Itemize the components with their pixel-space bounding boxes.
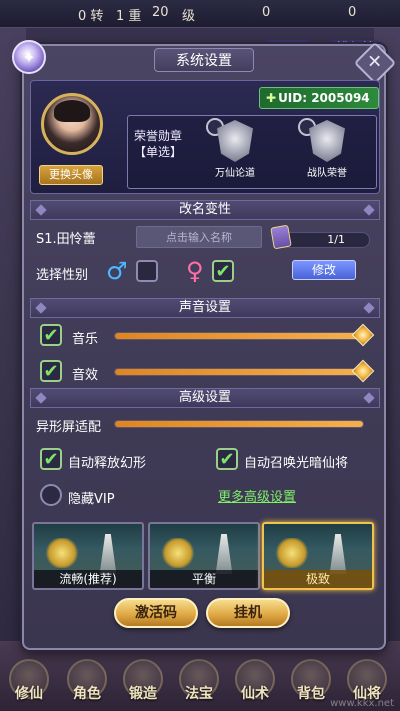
- quality-label: 流畅(推荐): [34, 570, 142, 588]
- more-advanced-settings-link[interactable]: 更多高级设置: [218, 486, 296, 505]
- auto-illusion-checkbox[interactable]: ✔: [40, 448, 62, 470]
- male-icon: ♂: [106, 257, 128, 285]
- avatar[interactable]: [41, 93, 103, 155]
- auto-summon-label: 自动召唤光暗仙将: [244, 456, 349, 471]
- rename-section-header: 改名变性: [30, 200, 380, 220]
- uid-text: UID: 2005094: [278, 91, 370, 105]
- uid-badge[interactable]: ✚ UID: 2005094: [259, 87, 379, 109]
- quality-option-ultimate[interactable]: 极致: [262, 522, 374, 590]
- music-checkbox[interactable]: ✔: [40, 324, 62, 346]
- nav-spell[interactable]: 仙术: [230, 659, 280, 703]
- modify-button[interactable]: 修改: [292, 260, 356, 280]
- medal-wanxian[interactable]: 万仙论道: [200, 118, 270, 182]
- watermark: www.kkx.net: [330, 698, 394, 709]
- female-icon: ♀: [186, 257, 204, 285]
- stat-zhong: 1 重: [116, 9, 142, 24]
- honor-medal-box: 荣誉勋章 【单选】 万仙论道 战队荣誉: [127, 115, 377, 189]
- effect-label: 音效: [72, 368, 99, 383]
- medal-team[interactable]: 战队荣誉: [292, 118, 362, 182]
- quality-label: 极致: [264, 570, 372, 588]
- nav-treasure[interactable]: 法宝: [174, 659, 224, 703]
- game-top-bar: 0 转 1 重 20 级 0 0: [0, 0, 400, 28]
- medal-label: 荣誉勋章 【单选】: [134, 129, 183, 159]
- effect-slider-fill: [115, 369, 363, 375]
- stat-currency-a: 0: [262, 5, 271, 20]
- quality-label: 平衡: [150, 570, 258, 588]
- stat-level-label: 级: [182, 9, 196, 24]
- name-input[interactable]: [136, 226, 262, 248]
- quality-option-balanced[interactable]: 平衡: [148, 522, 260, 590]
- medal-name: 万仙论道: [215, 168, 255, 179]
- player-name: S1.田怜蕾: [36, 232, 96, 247]
- stat-currency-b: 0: [348, 5, 357, 20]
- music-slider-fill: [115, 333, 363, 339]
- effect-slider[interactable]: [114, 359, 375, 383]
- rename-scroll-icon: [270, 224, 292, 250]
- effect-checkbox[interactable]: ✔: [40, 360, 62, 382]
- hide-vip-checkbox[interactable]: [40, 484, 62, 506]
- nav-character[interactable]: 角色: [62, 659, 112, 703]
- auto-summon-checkbox[interactable]: ✔: [216, 448, 238, 470]
- settings-dialog: ✦ 系统设置 ✕ 更换头像 ✚ UID: 2005094 荣誉勋章 【单选】 万仙…: [12, 40, 397, 650]
- dialog-title: 系统设置: [154, 48, 254, 72]
- sound-section-header: 声音设置: [30, 298, 380, 318]
- screen-adapt-fill: [115, 421, 363, 427]
- medal-name: 战队荣誉: [307, 168, 347, 179]
- idle-button[interactable]: 挂机: [206, 598, 290, 628]
- female-checkbox[interactable]: ✔: [212, 260, 234, 282]
- screen-adapt-slider[interactable]: [114, 420, 364, 428]
- auto-illusion-label: 自动释放幻形: [68, 456, 147, 471]
- close-icon: ✕: [367, 52, 383, 73]
- nav-bag[interactable]: 背包: [286, 659, 336, 703]
- nav-forge[interactable]: 锻造: [118, 659, 168, 703]
- advanced-section-header: 高级设置: [30, 388, 380, 408]
- music-slider-knob[interactable]: [351, 323, 375, 347]
- music-slider[interactable]: [114, 323, 375, 347]
- profile-panel: 更换头像 ✚ UID: 2005094 荣誉勋章 【单选】 万仙论道 战队荣誉: [30, 80, 380, 194]
- hide-vip-label: 隐藏VIP: [68, 492, 115, 507]
- stat-zhuan: 0 转: [78, 9, 104, 24]
- nav-general[interactable]: 仙将: [342, 659, 392, 703]
- stat-level-num: 20: [152, 5, 169, 20]
- sparkle-icon: ✦: [12, 40, 46, 74]
- activation-code-button[interactable]: 激活码: [114, 598, 198, 628]
- plus-icon: ✚: [266, 91, 277, 105]
- effect-slider-knob[interactable]: [351, 359, 375, 383]
- screen-adapt-label: 异形屏适配: [36, 420, 102, 435]
- nav-cultivate[interactable]: 修仙: [4, 659, 54, 703]
- quality-option-smooth[interactable]: 流畅(推荐): [32, 522, 144, 590]
- music-label: 音乐: [72, 332, 99, 347]
- change-avatar-button[interactable]: 更换头像: [39, 165, 103, 185]
- gender-label: 选择性别: [36, 268, 89, 283]
- male-checkbox[interactable]: [136, 260, 158, 282]
